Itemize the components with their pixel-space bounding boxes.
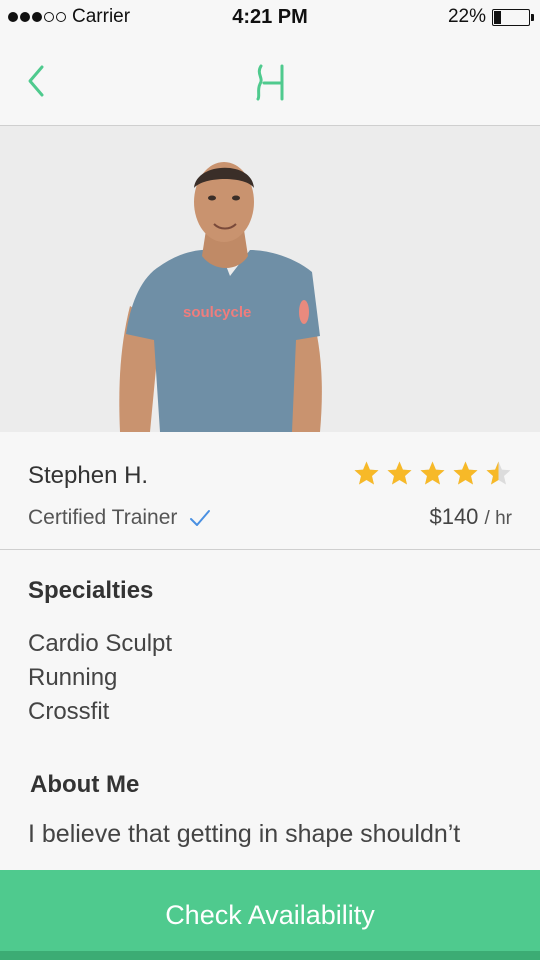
trainer-summary: Stephen H. Certified Trainer $140 / hr (0, 432, 540, 550)
shirt-logo-text: soulcycle (183, 304, 252, 321)
specialty-item: Crossfit (28, 698, 110, 725)
specialty-item: Cardio Sculpt (28, 630, 173, 657)
checkmark-icon (189, 509, 211, 527)
check-availability-button[interactable]: Check Availability (0, 870, 540, 960)
price-amount: $140 (429, 504, 479, 529)
star-full-icon (387, 461, 412, 485)
specialties-list: Cardio Sculpt Running Crossfit (28, 627, 172, 729)
star-full-icon (453, 461, 478, 485)
trainer-details: Specialties Cardio Sculpt Running Crossf… (0, 551, 540, 871)
battery-icon (492, 8, 534, 26)
about-text: I believe that getting in shape shouldn’… (28, 820, 461, 848)
back-button[interactable] (24, 62, 58, 100)
trainer-name: Stephen H. (28, 462, 149, 489)
star-half-icon (486, 461, 511, 485)
star-rating (353, 460, 512, 487)
trainer-photo: soulcycle (0, 126, 540, 432)
chevron-left-icon (28, 65, 44, 97)
battery-info: 22% (447, 6, 534, 28)
about-heading: About Me (30, 771, 140, 798)
brand-logo-icon (252, 62, 288, 102)
star-full-icon (420, 461, 445, 485)
price-unit: / hr (484, 508, 512, 529)
status-bar: Carrier 4:21 PM 22% (0, 0, 540, 36)
check-availability-label: Check Availability (165, 900, 375, 930)
specialties-heading: Specialties (28, 577, 154, 604)
trainer-title-label: Certified Trainer (28, 506, 178, 529)
hourly-rate: $140 / hr (429, 504, 512, 530)
trainer-title: Certified Trainer (28, 506, 211, 530)
battery-percent: 22% (447, 6, 486, 27)
nav-bar (0, 36, 540, 126)
specialty-item: Running (28, 664, 118, 691)
star-full-icon (354, 461, 379, 485)
